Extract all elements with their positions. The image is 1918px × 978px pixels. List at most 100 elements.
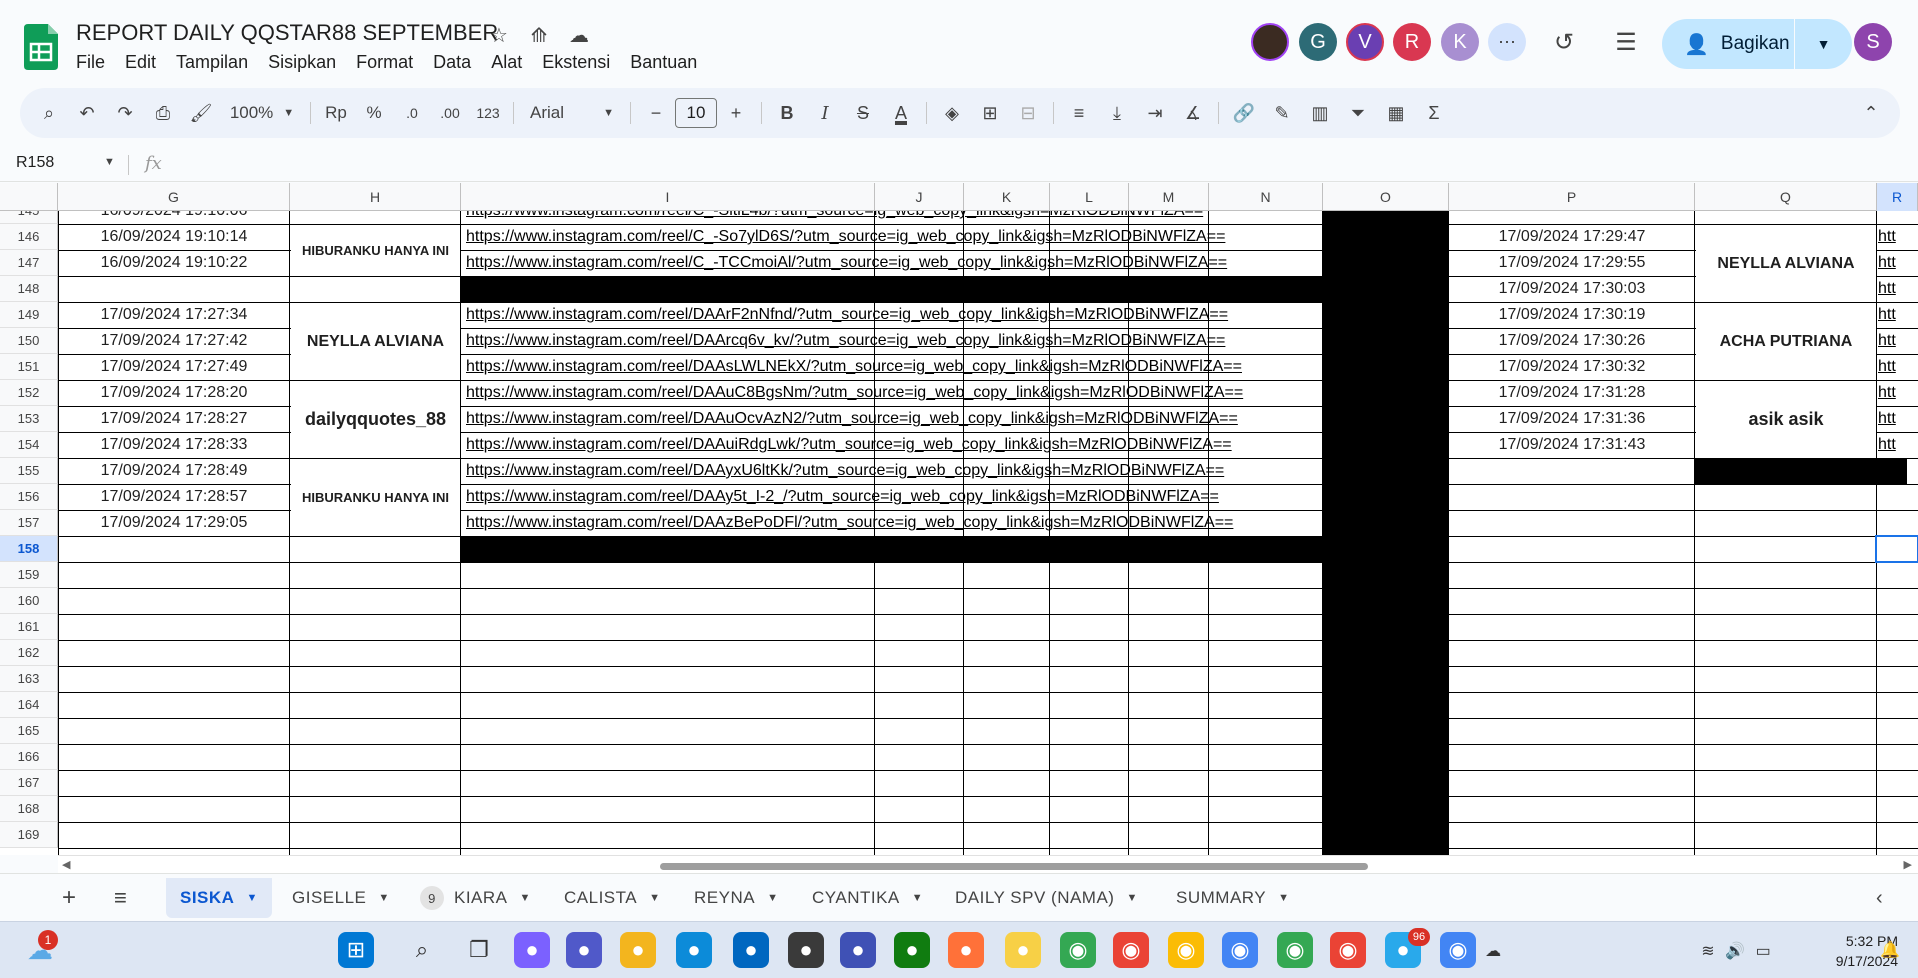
app-cube-taskbar-icon[interactable]: ●: [788, 932, 824, 968]
merged-name-cell[interactable]: NEYLLA ALVIANA: [291, 303, 460, 380]
scrollbar-thumb[interactable]: [660, 863, 1368, 870]
row-header[interactable]: 154: [0, 432, 58, 458]
italic-icon[interactable]: I: [808, 95, 842, 131]
menu-view[interactable]: Tampilan: [166, 50, 258, 75]
cell-reel-link[interactable]: htt: [1873, 250, 1914, 276]
name-box[interactable]: R158: [16, 154, 116, 172]
merged-name-cell[interactable]: asik asik: [1696, 381, 1876, 458]
functions-icon[interactable]: Σ: [1417, 95, 1451, 131]
menu-tools[interactable]: Alat: [481, 50, 532, 75]
selected-cell[interactable]: [1875, 535, 1918, 563]
cell-timestamp[interactable]: 16/09/2024 19:10:06: [58, 211, 290, 224]
cell-reel-link[interactable]: https://www.instagram.com/reel/DAAyxU6lt…: [461, 458, 1323, 484]
cell-reel-link[interactable]: https://www.instagram.com/reel/C_-SitiL4…: [461, 211, 1323, 224]
column-header[interactable]: N: [1209, 183, 1323, 211]
notifications-icon[interactable]: 🔔: [1872, 932, 1908, 968]
undo-icon[interactable]: ↶: [70, 95, 104, 131]
task-view-taskbar-icon[interactable]: ❐: [461, 932, 497, 968]
collaborator-avatar[interactable]: G: [1299, 23, 1337, 61]
select-all-corner[interactable]: [0, 183, 58, 211]
font-select[interactable]: Arial ▼: [522, 95, 622, 131]
sheet-tab-cyantika[interactable]: CYANTIKA ▼: [812, 878, 923, 918]
scroll-right-icon[interactable]: ▶: [1904, 858, 1912, 871]
collapse-toolbar-icon[interactable]: ⌃: [1854, 95, 1888, 131]
cell-reel-link[interactable]: https://www.instagram.com/reel/DAArF2nNf…: [461, 302, 1323, 328]
horizontal-scrollbar[interactable]: ◀ ▶: [58, 855, 1918, 873]
row-header[interactable]: 168: [0, 796, 58, 822]
onedrive-icon[interactable]: ☁: [1485, 941, 1501, 961]
menu-extensions[interactable]: Ekstensi: [532, 50, 620, 75]
chrome-1-taskbar-icon[interactable]: ◉: [1060, 932, 1096, 968]
row-header[interactable]: 161: [0, 614, 58, 640]
chrome-4-taskbar-icon[interactable]: ◉: [1222, 932, 1258, 968]
comments-icon[interactable]: ☰: [1610, 26, 1642, 58]
chrome-6-taskbar-icon[interactable]: ◉: [1330, 932, 1366, 968]
cell-timestamp[interactable]: 17/09/2024 17:28:49: [58, 458, 290, 484]
collaborator-avatar[interactable]: [1251, 23, 1289, 61]
file-explorer-taskbar-icon[interactable]: ●: [620, 932, 656, 968]
merge-cells-icon[interactable]: ⊟: [1011, 95, 1045, 131]
cell-reel-link[interactable]: https://www.instagram.com/reel/DAAuiRdgL…: [461, 432, 1323, 458]
percent-format-button[interactable]: %: [357, 95, 391, 131]
borders-icon[interactable]: ⊞: [973, 95, 1007, 131]
row-header[interactable]: 166: [0, 744, 58, 770]
bold-icon[interactable]: B: [770, 95, 804, 131]
sheet-tab-daily-spv[interactable]: DAILY SPV (NAMA) ▼: [955, 878, 1138, 918]
column-header[interactable]: L: [1050, 183, 1129, 211]
text-rotation-icon[interactable]: ∡: [1176, 95, 1210, 131]
cell-reel-link[interactable]: htt: [1873, 328, 1914, 354]
fill-color-icon[interactable]: ◈: [935, 95, 969, 131]
zoom-select[interactable]: 100% ▼: [222, 95, 302, 131]
version-history-icon[interactable]: ↺: [1548, 26, 1580, 58]
row-header[interactable]: 160: [0, 588, 58, 614]
cell-timestamp[interactable]: 17/09/2024 17:30:03: [1449, 276, 1695, 302]
cell-reel-link[interactable]: htt: [1873, 432, 1914, 458]
chrome-5-taskbar-icon[interactable]: ◉: [1277, 932, 1313, 968]
xbox-taskbar-icon[interactable]: ●: [894, 932, 930, 968]
chrome-3-taskbar-icon[interactable]: ◉: [1168, 932, 1204, 968]
row-header[interactable]: 146: [0, 224, 58, 250]
text-color-icon[interactable]: A: [884, 95, 918, 131]
cell-timestamp[interactable]: 17/09/2024 17:29:55: [1449, 250, 1695, 276]
menu-help[interactable]: Bantuan: [620, 50, 707, 75]
insert-link-icon[interactable]: 🔗: [1227, 95, 1261, 131]
scroll-left-icon[interactable]: ◀: [62, 858, 70, 871]
cell-timestamp[interactable]: 17/09/2024 17:27:49: [58, 354, 290, 380]
menu-format[interactable]: Format: [346, 50, 423, 75]
decrease-decimal-button[interactable]: .0: [395, 95, 429, 131]
copilot-taskbar-icon[interactable]: ●: [514, 932, 550, 968]
row-header[interactable]: 153: [0, 406, 58, 432]
cell-reel-link[interactable]: https://www.instagram.com/reel/DAAy5t_I-…: [461, 484, 1323, 510]
cell-reel-link[interactable]: https://www.instagram.com/reel/DAAuOcvAz…: [461, 406, 1323, 432]
star-icon[interactable]: ☆: [486, 22, 512, 48]
print-icon[interactable]: ⎙: [146, 95, 180, 131]
row-header[interactable]: 169: [0, 822, 58, 848]
row-header[interactable]: 159: [0, 562, 58, 588]
edge-taskbar-icon[interactable]: ●: [676, 932, 712, 968]
firefox-taskbar-icon[interactable]: ●: [948, 932, 984, 968]
column-header[interactable]: O: [1323, 183, 1449, 211]
cell-timestamp[interactable]: 17/09/2024 17:28:57: [58, 484, 290, 510]
chevron-down-icon[interactable]: ▼: [104, 156, 115, 168]
column-header[interactable]: I: [461, 183, 875, 211]
teams-taskbar-icon[interactable]: ●: [566, 932, 602, 968]
spreadsheet-grid[interactable]: G H I J K L M N O P Q R 14516/09/2024 19…: [0, 183, 1918, 855]
quick-settings[interactable]: ≋ 🔊 ▭: [1696, 939, 1776, 963]
row-header[interactable]: 145: [0, 211, 58, 224]
row-header[interactable]: 150: [0, 328, 58, 354]
sheet-tab-siska[interactable]: SISKA ▼: [166, 878, 272, 918]
redo-icon[interactable]: ↷: [108, 95, 142, 131]
cell-reel-link[interactable]: https://www.instagram.com/reel/DAAuC8Bgs…: [461, 380, 1323, 406]
cell-reel-link[interactable]: htt: [1873, 406, 1914, 432]
cell-timestamp[interactable]: 17/09/2024 17:31:36: [1449, 406, 1695, 432]
merged-name-cell[interactable]: dailyqquotes_88: [291, 381, 460, 458]
cell-timestamp[interactable]: 17/09/2024 17:28:20: [58, 380, 290, 406]
cell-reel-link[interactable]: https://www.instagram.com/reel/DAAsLWLNE…: [461, 354, 1323, 380]
cell-reel-link[interactable]: https://www.instagram.com/reel/C_-So7ylD…: [461, 224, 1323, 250]
merged-name-cell[interactable]: HIBURANKU HANYA INI: [291, 225, 460, 276]
filter-icon[interactable]: ⏷: [1341, 95, 1375, 131]
cell-timestamp[interactable]: 17/09/2024 17:30:32: [1449, 354, 1695, 380]
sticky-notes-taskbar-icon[interactable]: ●: [1005, 932, 1041, 968]
row-header[interactable]: 155: [0, 458, 58, 484]
row-header[interactable]: 167: [0, 770, 58, 796]
